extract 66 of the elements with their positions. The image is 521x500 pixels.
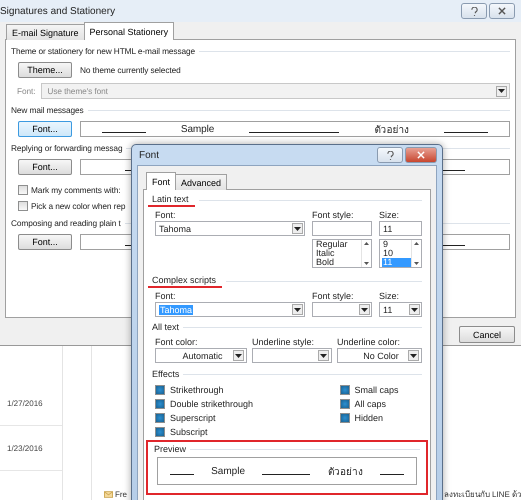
scroll-up-icon[interactable]	[414, 242, 419, 245]
window-title: Signatures and Stationery	[0, 6, 116, 16]
sample-preview: Sample ตัวอย่าง	[157, 457, 417, 485]
field-label: Font color:	[155, 336, 199, 348]
section-heading: Replying or forwarding messag	[11, 142, 122, 154]
section-heading: New mail messages	[11, 104, 84, 116]
help-button[interactable]	[461, 3, 487, 19]
checkbox[interactable]: Mark my comments with:	[18, 184, 121, 196]
field-label: Font:	[155, 290, 177, 302]
field-label: Font style:	[312, 209, 355, 221]
size-list[interactable]: 9 10 11	[379, 239, 422, 268]
field-label: Underline color:	[337, 336, 402, 348]
field-label: Size:	[379, 209, 400, 221]
help-icon	[386, 150, 394, 160]
field-label: Size:	[379, 290, 400, 302]
tab[interactable]: Font	[146, 172, 176, 190]
tab[interactable]: E-mail Signature	[6, 24, 85, 40]
option-select[interactable]: Automatic	[155, 348, 247, 363]
checkbox[interactable]: Pick a new color when rep	[18, 200, 126, 212]
scroll-down-icon[interactable]	[364, 262, 369, 265]
checkbox[interactable]: Hidden	[340, 412, 422, 423]
section-heading: All text	[152, 322, 180, 332]
section-heading: Effects	[152, 368, 180, 380]
section-heading: Theme or stationery for new HTML e-mail message	[11, 46, 196, 56]
mail-date: 1/27/2016	[7, 398, 43, 408]
section-heading: Complex scripts	[148, 274, 222, 288]
font-button[interactable]: Font...	[18, 121, 72, 137]
scroll-down-icon[interactable]	[414, 262, 419, 265]
mail-snippet: Fre	[115, 490, 127, 498]
option-select[interactable]: No Color	[337, 348, 422, 363]
sample-preview: Sample ตัวอย่าง	[80, 121, 510, 137]
tab[interactable]: Personal Stationery	[84, 22, 174, 40]
field-label: Font:	[17, 86, 36, 96]
font-style-list[interactable]: Regular Italic Bold	[312, 239, 372, 268]
font-button[interactable]: Font...	[18, 234, 72, 250]
checkbox[interactable]: Double strikethrough	[155, 398, 288, 409]
checkbox[interactable]: Superscript	[155, 412, 288, 423]
cancel-button[interactable]: Cancel	[459, 326, 515, 343]
field-label: Font:	[155, 209, 177, 221]
checkbox[interactable]: Small caps	[340, 384, 422, 395]
dialog-title: Font	[138, 150, 160, 160]
mail-date: 1/23/2016	[7, 444, 43, 452]
font-select[interactable]: Tahoma	[155, 221, 305, 236]
close-icon	[417, 151, 425, 159]
tab[interactable]: Advanced	[175, 174, 228, 190]
close-button[interactable]	[489, 3, 515, 19]
scroll-up-icon[interactable]	[364, 242, 369, 245]
help-icon	[470, 6, 478, 16]
size-select[interactable]: 11	[379, 302, 422, 317]
field-label: Font style:	[312, 290, 355, 302]
help-button[interactable]	[377, 147, 403, 163]
checkbox[interactable]: Subscript	[155, 426, 288, 437]
font-style-input[interactable]	[312, 221, 372, 236]
section-heading: Composing and reading plain t	[11, 218, 121, 228]
mail-snippet: ลงทะเบียนกับ LINE ด้ว	[444, 488, 521, 500]
close-icon	[498, 7, 506, 15]
close-button[interactable]	[405, 147, 437, 163]
checkbox[interactable]: All caps	[340, 398, 422, 409]
font-button[interactable]: Font...	[18, 159, 72, 175]
envelope-icon	[104, 490, 113, 498]
checkbox[interactable]: Strikethrough	[155, 384, 288, 395]
size-input[interactable]: 11	[379, 221, 422, 236]
section-heading: Preview	[154, 444, 186, 454]
section-heading: Latin text	[148, 194, 195, 206]
field-label: Underline style:	[252, 336, 316, 348]
theme-status: No theme currently selected	[80, 65, 181, 75]
